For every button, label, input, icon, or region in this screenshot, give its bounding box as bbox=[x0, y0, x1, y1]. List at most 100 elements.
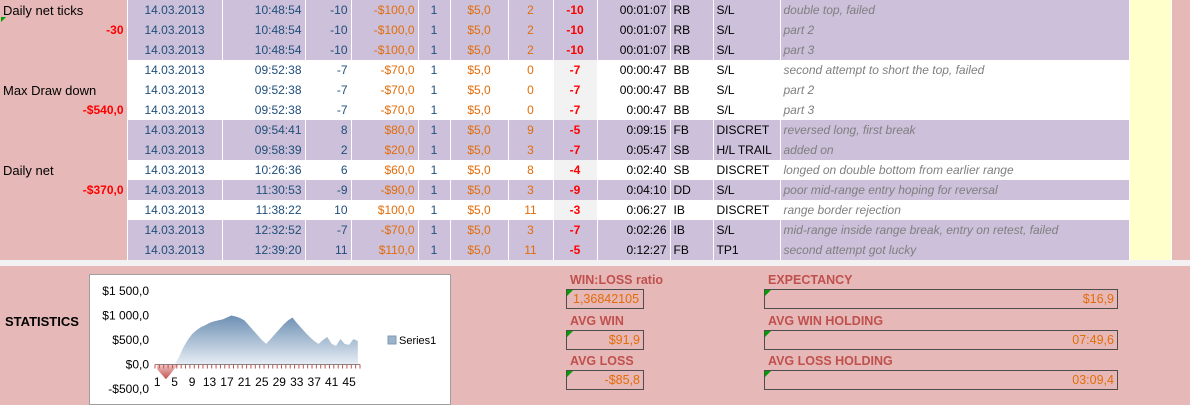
trade-equity[interactable]: $405,0 bbox=[1171, 180, 1190, 200]
trade-equity[interactable]: $505,0 bbox=[1171, 60, 1190, 80]
trade-date[interactable]: 14.03.2013 bbox=[127, 60, 223, 80]
trade-quantity[interactable]: 1 bbox=[418, 240, 451, 260]
note-spacer[interactable] bbox=[1129, 40, 1172, 60]
trade-mfe[interactable]: 11 bbox=[508, 200, 554, 220]
trade-commission[interactable]: $5,0 bbox=[450, 80, 509, 100]
trade-date[interactable]: 14.03.2013 bbox=[127, 120, 223, 140]
trade-setup[interactable]: FB bbox=[670, 120, 714, 140]
trade-ticks[interactable]: 10 bbox=[305, 200, 352, 220]
trade-mfe[interactable]: 3 bbox=[508, 180, 554, 200]
win-loss-value[interactable]: 1,36842105 bbox=[566, 289, 644, 309]
trade-exit[interactable]: TP1 bbox=[713, 240, 781, 260]
trade-quantity[interactable]: 1 bbox=[418, 80, 451, 100]
trade-exit[interactable]: DISCRET bbox=[713, 200, 781, 220]
trade-pnl[interactable]: -$100,0 bbox=[351, 20, 419, 40]
trade-exit[interactable]: DISCRET bbox=[713, 120, 781, 140]
table-row[interactable]: -30 14.03.2013 10:48:54 -10 -$100,0 1 $5,0 2 -10… bbox=[0, 20, 1190, 40]
table-row[interactable]: 14.03.2013 12:32:52 -7 -$70,0 1 $5,0 3 -7 0:02:2… bbox=[0, 220, 1190, 240]
avg-win-holding-value[interactable]: 07:49,6 bbox=[764, 330, 1118, 350]
trade-equity[interactable]: $445,0 bbox=[1171, 140, 1190, 160]
trade-equity[interactable]: $430,0 bbox=[1171, 120, 1190, 140]
table-row[interactable]: 14.03.2013 09:58:39 2 $20,0 1 $5,0 3 -7 0:05:47 S… bbox=[0, 140, 1190, 160]
trade-duration[interactable]: 00:01:07 bbox=[597, 0, 671, 20]
trade-time[interactable]: 10:48:54 bbox=[222, 0, 306, 20]
trade-commission[interactable]: $5,0 bbox=[450, 100, 509, 120]
trade-exit[interactable]: DISCRET bbox=[713, 160, 781, 180]
trade-duration[interactable]: 0:12:27 bbox=[597, 240, 671, 260]
daily-net-label[interactable]: Daily net bbox=[0, 160, 128, 180]
note-spacer[interactable] bbox=[1129, 180, 1172, 200]
expectancy-value[interactable]: $16,9 bbox=[764, 289, 1118, 309]
trade-date[interactable]: 14.03.2013 bbox=[127, 180, 223, 200]
trade-time[interactable]: 11:38:22 bbox=[222, 200, 306, 220]
trade-mfe[interactable]: 2 bbox=[508, 20, 554, 40]
trade-setup[interactable]: RB bbox=[670, 0, 714, 20]
table-row[interactable]: -$370,0 14.03.2013 11:30:53 -9 -$90,0 1 $5,0 3-… bbox=[0, 180, 1190, 200]
trade-mae[interactable]: -7 bbox=[553, 80, 598, 100]
trade-date[interactable]: 14.03.2013 bbox=[127, 100, 223, 120]
trade-mfe[interactable]: 0 bbox=[508, 100, 554, 120]
trade-pnl[interactable]: -$70,0 bbox=[351, 60, 419, 80]
trade-equity[interactable]: $500,0 bbox=[1171, 200, 1190, 220]
trade-duration[interactable]: 0:00:47 bbox=[597, 100, 671, 120]
trade-note[interactable]: second attempt to short the top, failed bbox=[780, 60, 1130, 80]
trade-date[interactable]: 14.03.2013 bbox=[127, 220, 223, 240]
trade-note[interactable]: second attempt got lucky bbox=[780, 240, 1130, 260]
note-spacer[interactable] bbox=[1129, 20, 1172, 40]
trade-ticks[interactable]: -10 bbox=[305, 0, 352, 20]
trade-quantity[interactable]: 1 bbox=[418, 160, 451, 180]
trade-equity[interactable]: $500,0 bbox=[1171, 160, 1190, 180]
trade-date[interactable]: 14.03.2013 bbox=[127, 160, 223, 180]
trade-quantity[interactable]: 1 bbox=[418, 40, 451, 60]
trade-note[interactable]: part 2 bbox=[780, 80, 1130, 100]
trade-exit[interactable]: S/L bbox=[713, 180, 781, 200]
trade-pnl[interactable]: -$90,0 bbox=[351, 180, 419, 200]
trade-mfe[interactable]: 0 bbox=[508, 60, 554, 80]
trade-setup[interactable]: DD bbox=[670, 180, 714, 200]
trade-equity[interactable]: $580,0 bbox=[1171, 40, 1190, 60]
trade-quantity[interactable]: 1 bbox=[418, 20, 451, 40]
trade-duration[interactable]: 0:09:15 bbox=[597, 120, 671, 140]
trade-date[interactable]: 14.03.2013 bbox=[127, 40, 223, 60]
trade-quantity[interactable]: 1 bbox=[418, 60, 451, 80]
trade-ticks[interactable]: 11 bbox=[305, 240, 352, 260]
trade-setup[interactable]: BB bbox=[670, 80, 714, 100]
trade-equity[interactable]: $790,0 bbox=[1171, 0, 1190, 20]
trade-commission[interactable]: $5,0 bbox=[450, 20, 509, 40]
trade-equity[interactable]: $530,0 bbox=[1171, 240, 1190, 260]
trade-mfe[interactable]: 11 bbox=[508, 240, 554, 260]
trade-time[interactable]: 10:48:54 bbox=[222, 40, 306, 60]
trade-mae[interactable]: -4 bbox=[553, 160, 598, 180]
trade-note[interactable]: poor mid-range entry hoping for reversal bbox=[780, 180, 1130, 200]
note-spacer[interactable] bbox=[1129, 200, 1172, 220]
table-row[interactable]: Daily net 14.03.2013 10:26:36 6 $60,0 1 $5,0 8-… bbox=[0, 160, 1190, 180]
trade-date[interactable]: 14.03.2013 bbox=[127, 80, 223, 100]
table-row[interactable]: 14.03.2013 12:39:20 11 $110,0 1 $5,0 11 -5 0:12:… bbox=[0, 240, 1190, 260]
trade-time[interactable]: 09:52:38 bbox=[222, 60, 306, 80]
trade-pnl[interactable]: -$100,0 bbox=[351, 40, 419, 60]
side-cell[interactable] bbox=[0, 240, 128, 260]
trade-commission[interactable]: $5,0 bbox=[450, 40, 509, 60]
trade-commission[interactable]: $5,0 bbox=[450, 240, 509, 260]
trade-exit[interactable]: S/L bbox=[713, 100, 781, 120]
trade-ticks[interactable]: -10 bbox=[305, 20, 352, 40]
side-cell[interactable] bbox=[0, 40, 128, 60]
trade-time[interactable]: 12:39:20 bbox=[222, 240, 306, 260]
trade-mae[interactable]: -9 bbox=[553, 180, 598, 200]
trade-quantity[interactable]: 1 bbox=[418, 220, 451, 240]
trade-commission[interactable]: $5,0 bbox=[450, 60, 509, 80]
trade-pnl[interactable]: -$70,0 bbox=[351, 220, 419, 240]
trade-setup[interactable]: SB bbox=[670, 140, 714, 160]
trade-mae[interactable]: -7 bbox=[553, 140, 598, 160]
trade-ticks[interactable]: -7 bbox=[305, 60, 352, 80]
trade-date[interactable]: 14.03.2013 bbox=[127, 20, 223, 40]
trade-setup[interactable]: BB bbox=[670, 100, 714, 120]
trade-duration[interactable]: 0:05:47 bbox=[597, 140, 671, 160]
trade-pnl[interactable]: -$70,0 bbox=[351, 100, 419, 120]
trade-ticks[interactable]: -7 bbox=[305, 100, 352, 120]
max-draw-down-label[interactable]: Max Draw down bbox=[0, 80, 128, 100]
trade-mae[interactable]: -7 bbox=[553, 100, 598, 120]
note-spacer[interactable] bbox=[1129, 0, 1172, 20]
trade-time[interactable]: 09:52:38 bbox=[222, 80, 306, 100]
trade-mfe[interactable]: 8 bbox=[508, 160, 554, 180]
